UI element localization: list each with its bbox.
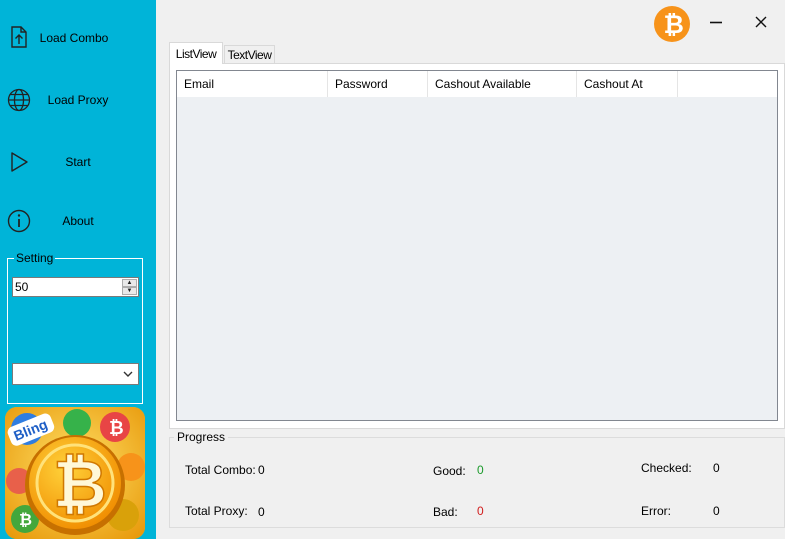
stepper-up-button[interactable]: ▲ (122, 279, 137, 287)
column-filler (678, 71, 777, 97)
load-combo-label: Load Combo (39, 31, 109, 45)
load-proxy-label: Load Proxy (47, 93, 109, 107)
svg-text:₿: ₿ (19, 511, 32, 529)
chevron-down-icon (123, 371, 133, 377)
load-combo-button[interactable]: Load Combo (0, 18, 156, 58)
column-password[interactable]: Password (328, 71, 428, 97)
checked-value: 0 (713, 461, 720, 475)
table-header: Email Password Cashout Available Cashout… (177, 71, 777, 97)
bad-label: Bad: (433, 505, 458, 519)
total-proxy-value: 0 (258, 505, 265, 519)
stepper-buttons: ▲ ▼ (122, 279, 137, 295)
error-label: Error: (641, 504, 671, 518)
progress-label: Progress (174, 430, 229, 444)
column-email[interactable]: Email (177, 71, 328, 97)
results-table[interactable]: Email Password Cashout Available Cashout… (176, 70, 778, 421)
progress-group: Progress Total Combo: 0 Total Proxy: 0 G… (169, 430, 785, 528)
tab-listview-label: ListView (175, 46, 217, 61)
tab-listview[interactable]: ListView (169, 42, 223, 64)
setting-label: Setting (14, 251, 56, 265)
close-icon[interactable] (751, 12, 771, 32)
threads-input[interactable] (14, 279, 120, 295)
bitcoin-blast-logo: ₿ ₿ ₿ Bling (5, 407, 145, 539)
bitcoin-icon: ₿ (654, 6, 690, 42)
total-combo-value: 0 (258, 463, 265, 477)
tab-textview[interactable]: TextView (224, 45, 275, 64)
column-cashout-at[interactable]: Cashout At (577, 71, 678, 97)
good-value: 0 (477, 463, 484, 477)
minimize-icon[interactable] (706, 12, 726, 32)
svg-text:₿: ₿ (53, 447, 107, 521)
total-proxy-label: Total Proxy: (185, 504, 248, 518)
bad-value: 0 (477, 504, 484, 518)
setting-group: Setting ▲ ▼ (7, 251, 143, 404)
start-button[interactable]: Start (0, 142, 156, 182)
good-label: Good: (433, 464, 466, 478)
total-combo-label: Total Combo: (185, 463, 256, 477)
column-cashout-available[interactable]: Cashout Available (428, 71, 577, 97)
about-button[interactable]: About (0, 201, 156, 241)
error-value: 0 (713, 504, 720, 518)
checked-label: Checked: (641, 461, 692, 475)
stepper-down-button[interactable]: ▼ (122, 287, 137, 295)
tab-textview-label: TextView (227, 48, 272, 62)
svg-text:₿: ₿ (664, 11, 684, 39)
threads-stepper[interactable]: ▲ ▼ (12, 277, 139, 297)
start-label: Start (65, 155, 91, 169)
sidebar: Load Combo Load Proxy Start About Settin… (0, 0, 156, 539)
option-dropdown[interactable] (12, 363, 139, 385)
load-proxy-button[interactable]: Load Proxy (0, 80, 156, 120)
about-label: About (62, 214, 94, 228)
svg-text:₿: ₿ (109, 418, 124, 438)
